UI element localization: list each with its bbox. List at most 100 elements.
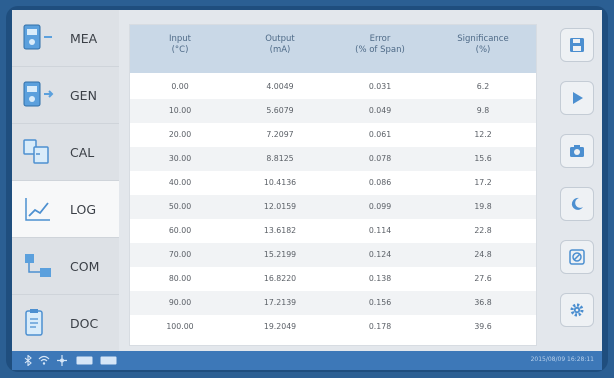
table-row[interactable]: 100.00 19.2049 0.178 39.6 — [130, 315, 536, 339]
table-cell: 19.2049 — [263, 322, 297, 331]
table-cell: 40.00 — [168, 178, 192, 187]
table-cell: 6.2 — [476, 82, 490, 91]
sidebar: MEA GEN CAL LOG COM DOC — [12, 10, 119, 351]
table-cell: 19.8 — [474, 202, 492, 211]
log-table: Input (°C) Output (mA) Error (% of Span)… — [129, 24, 537, 346]
meter-icon — [23, 24, 52, 50]
column-header-error: Error (% of Span) — [330, 34, 430, 56]
table-cell: 100.00 — [166, 322, 194, 331]
table-cell: 24.8 — [474, 250, 492, 259]
table-row[interactable]: 80.00 16.8220 0.138 27.6 — [130, 267, 536, 291]
wifi-icon — [38, 355, 50, 365]
sidebar-item-label: CAL — [70, 145, 95, 160]
sidebar-item-label: LOG — [70, 202, 97, 217]
table-cell: 8.8125 — [266, 154, 294, 163]
save-button[interactable] — [560, 28, 594, 62]
column-header-significance: Significance (%) — [430, 34, 536, 56]
sidebar-item-label: MEA — [70, 31, 98, 46]
table-cell: 22.8 — [474, 226, 492, 235]
table-cell: 0.178 — [368, 322, 392, 331]
table-cell: 39.6 — [474, 322, 492, 331]
column-header-title: Significance — [457, 34, 509, 44]
column-header-output: Output (mA) — [230, 34, 330, 56]
table-cell: 10.00 — [168, 106, 192, 115]
table-cell: 0.078 — [368, 154, 392, 163]
table-cell: 0.138 — [368, 274, 392, 283]
table-row[interactable]: 20.00 7.2097 0.061 12.2 — [130, 123, 536, 147]
table-cell: 0.156 — [368, 298, 392, 307]
night-mode-button[interactable] — [560, 187, 594, 221]
table-row[interactable]: 60.00 13.6182 0.114 22.8 — [130, 219, 536, 243]
sidebar-item-mea[interactable]: MEA — [12, 10, 119, 67]
disable-button[interactable] — [560, 240, 594, 274]
app-screen: MEA GEN CAL LOG COM DOC Input (°C) Outpu… — [12, 10, 602, 351]
table-row[interactable]: 30.00 8.8125 0.078 15.6 — [130, 147, 536, 171]
clipboard-icon — [25, 309, 43, 336]
column-header-input: Input (°C) — [130, 34, 230, 56]
table-cell: 15.6 — [474, 154, 492, 163]
table-cell: 0.099 — [368, 202, 392, 211]
screenshot-button[interactable] — [560, 134, 594, 168]
table-cell: 15.2199 — [263, 250, 297, 259]
table-cell: 17.2139 — [263, 298, 297, 307]
table-row[interactable]: 70.00 15.2199 0.124 24.8 — [130, 243, 536, 267]
sidebar-item-cal[interactable]: CAL — [12, 124, 119, 181]
status-datetime: 2015/08/09 16:28:11 — [530, 356, 594, 363]
table-cell: 0.124 — [368, 250, 392, 259]
usb-icon — [57, 355, 67, 366]
calibrate-icon — [23, 139, 49, 164]
generator-icon — [23, 81, 54, 107]
table-cell: 27.6 — [474, 274, 492, 283]
sidebar-item-log[interactable]: LOG — [12, 181, 119, 238]
table-cell: 16.8220 — [263, 274, 297, 283]
table-cell: 13.6182 — [263, 226, 297, 235]
network-icon — [25, 254, 51, 277]
column-header-title: Error — [369, 34, 391, 44]
table-cell: 50.00 — [168, 202, 192, 211]
column-header-title: Output — [265, 34, 295, 44]
sidebar-item-doc[interactable]: DOC — [12, 295, 119, 351]
table-cell: 7.2097 — [266, 130, 294, 139]
table-cell: 36.8 — [474, 298, 492, 307]
table-cell: 12.0159 — [263, 202, 297, 211]
table-row[interactable]: 50.00 12.0159 0.099 19.8 — [130, 195, 536, 219]
save-icon — [570, 38, 584, 52]
table-cell: 17.2 — [474, 178, 492, 187]
table-row[interactable]: 0.00 4.0049 0.031 6.2 — [130, 75, 536, 99]
column-header-unit: (mA) — [269, 45, 291, 55]
settings-button[interactable] — [560, 293, 594, 327]
column-header-unit: (°C) — [171, 45, 189, 55]
table-cell: 0.00 — [171, 82, 189, 91]
settings-icon — [570, 303, 584, 317]
bluetooth-icon — [24, 355, 32, 366]
sidebar-item-gen[interactable]: GEN — [12, 67, 119, 124]
table-cell: 4.0049 — [266, 82, 294, 91]
table-cell: 0.049 — [368, 106, 392, 115]
table-row[interactable]: 10.00 5.6079 0.049 9.8 — [130, 99, 536, 123]
chart-line-icon — [25, 198, 50, 221]
table-cell: 0.114 — [368, 226, 392, 235]
table-header: Input (°C) Output (mA) Error (% of Span)… — [130, 25, 536, 73]
disable-icon — [569, 249, 585, 265]
table-cell: 20.00 — [168, 130, 192, 139]
table-row[interactable]: 40.00 10.4136 0.086 17.2 — [130, 171, 536, 195]
camera-icon — [570, 145, 584, 157]
table-cell: 12.2 — [474, 130, 492, 139]
column-header-unit: (% of Span) — [355, 45, 405, 55]
table-cell: 70.00 — [168, 250, 192, 259]
status-bar: 2015/08/09 16:28:11 — [12, 351, 602, 370]
night-mode-icon — [571, 197, 583, 210]
battery-icon — [76, 356, 93, 365]
sidebar-item-label: DOC — [70, 316, 99, 331]
table-cell: 30.00 — [168, 154, 192, 163]
play-button[interactable] — [560, 81, 594, 115]
table-cell: 0.061 — [368, 130, 392, 139]
table-cell: 10.4136 — [263, 178, 297, 187]
table-cell: 5.6079 — [266, 106, 294, 115]
table-row[interactable]: 90.00 17.2139 0.156 36.8 — [130, 291, 536, 315]
table-cell: 9.8 — [476, 106, 490, 115]
sidebar-item-com[interactable]: COM — [12, 238, 119, 295]
table-cell: 0.031 — [368, 82, 392, 91]
table-cell: 90.00 — [168, 298, 192, 307]
right-toolbar — [560, 28, 602, 338]
